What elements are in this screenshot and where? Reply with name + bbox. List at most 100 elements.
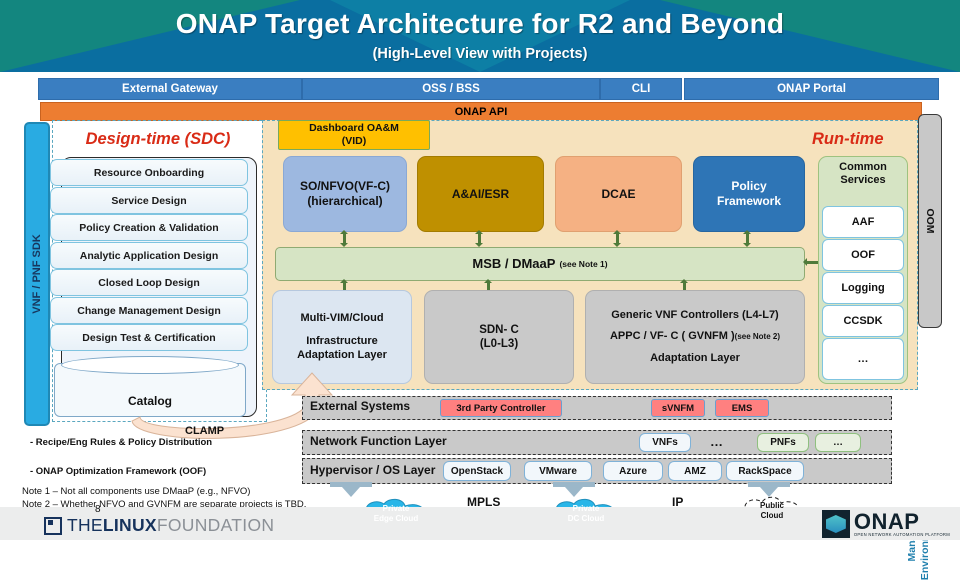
arrow-aai-to-msb [475,230,484,247]
onap-logo: ONAP OPEN NETWORK AUTOMATION PLATFORM [821,510,950,538]
public-cloud-label: Public Cloud [735,501,809,521]
common-service-oof-label: OOF [851,249,875,261]
sdn-c-box[interactable]: SDN- C (L0-L3) [424,290,574,384]
page-number: 8 [95,504,101,515]
oom-label: OOM [924,208,936,234]
arrow-policy-to-msb [743,230,752,247]
third-party-controller-box[interactable]: 3rd Party Controller [440,399,562,417]
hypervisor-openstack-label: OpenStack [450,465,504,477]
onap-api-bar[interactable]: ONAP API [40,102,922,121]
design-item-resource-onboarding[interactable]: Resource Onboarding [50,159,248,186]
policy-line2: Framework [716,194,782,208]
page-subtitle: (High-Level View with Projects) [372,46,588,62]
design-item-design-test-certification[interactable]: Design Test & Certification [50,324,248,351]
linux-foundation-wordmark: THELINUXFOUNDATION [67,515,274,536]
design-item-service-design[interactable]: Service Design [50,187,248,214]
vid-line1: Dashboard OA&M [309,122,399,135]
msb-dmaap-bus[interactable]: MSB / DMaaP (see Note 1) [275,247,805,281]
common-service-ccsdk[interactable]: CCSDK [822,305,904,337]
design-item-resource-onboarding-label: Resource Onboarding [93,166,205,179]
design-item-design-test-certification-label: Design Test & Certification [82,331,216,344]
hypervisor-rackspace-box[interactable]: RackSpace [726,461,804,481]
header-bar-onap-portal-label: ONAP Portal [777,83,846,95]
design-item-closed-loop-design-label: Closed Loop Design [98,276,200,289]
linux-foundation-linux: LINUX [102,515,157,535]
network-function-layer-label: Network Function Layer [310,434,447,448]
header-bar-cli[interactable]: CLI [600,78,682,100]
common-service-more[interactable]: … [822,338,904,380]
svnfm-box[interactable]: sVNFM [651,399,705,417]
so-line2: (hierarchical) [307,194,383,208]
dcae-box[interactable]: DCAE [555,156,682,232]
hypervisor-rackspace-label: RackSpace [738,465,792,477]
onap-tagline: OPEN NETWORK AUTOMATION PLATFORM [853,531,950,537]
slide-canvas: ONAP Target Architecture for R2 and Beyo… [0,0,960,580]
hypervisor-openstack-box[interactable]: OpenStack [443,461,511,481]
vid-line2: (VID) [341,135,367,147]
so-nfvo-vfc-box[interactable]: SO/NFVO(VF-C) (hierarchical) [283,156,407,232]
private-edge-cloud-line2: Edge Cloud [373,514,419,523]
ems-label: EMS [731,402,753,414]
aai-esr-box[interactable]: A&AI/ESR [417,156,544,232]
hypervisor-os-layer-label: Hypervisor / OS Layer [310,463,436,477]
common-service-aaf[interactable]: AAF [822,206,904,238]
sdnc-line2: (L0-L3) [479,338,519,350]
design-item-policy-creation-validation-label: Policy Creation & Validation [79,221,219,234]
clamp-label: CLAMP [185,425,225,437]
page-title: ONAP Target Architecture for R2 and Beyo… [175,8,785,39]
policy-line1: Policy [731,179,767,194]
svnfm-label: sVNFM [661,402,695,414]
design-item-change-management-design[interactable]: Change Management Design [50,297,248,324]
design-item-analytic-application-design-label: Analytic Application Design [79,249,219,262]
pnfs-box[interactable]: PNFs [757,433,809,452]
common-service-more-label: … [857,353,869,365]
private-edge-cloud-label: Private Edge Cloud [355,504,437,524]
linux-foundation-foundation: FOUNDATION [156,515,275,535]
so-line1: SO/NFVO(VF-C) [300,179,390,194]
hypervisor-vmware-label: VMware [539,465,577,477]
linux-foundation-the: THE [67,515,103,535]
arrow-dcae-to-msb [613,230,622,247]
common-services-title: Common Services [819,161,907,187]
arrow-to-private-edge-cloud [330,482,372,498]
pnfs-label: PNFs [770,437,796,448]
header-bar-cli-label: CLI [631,83,651,95]
generic-vnf-controllers-box[interactable]: Generic VNF Controllers (L4-L7) APPC / V… [585,290,805,384]
header-bar-external-gateway[interactable]: External Gateway [38,78,302,100]
arrow-so-to-msb [340,230,349,247]
hypervisor-amz-label: AMZ [684,465,706,477]
note-1: Note 1 – Not all components use DMaaP (e… [22,486,251,497]
oom-rail[interactable]: OOM [918,114,942,328]
network-function-dots-end[interactable]: … [815,433,861,452]
design-item-service-design-label: Service Design [111,194,187,207]
hypervisor-azure-label: Azure [619,465,647,477]
header-bar-external-gateway-label: External Gateway [122,83,218,95]
sdnc-line1: SDN- C [479,323,519,336]
design-item-closed-loop-design[interactable]: Closed Loop Design [50,269,248,296]
msb-label: MSB / DMaaP [472,256,556,272]
private-edge-cloud-line1: Private [382,504,410,513]
header-bar-onap-portal[interactable]: ONAP Portal [684,78,939,100]
title-banner: ONAP Target Architecture for R2 and Beyo… [0,0,960,72]
vnfs-box[interactable]: VNFs [639,433,691,452]
design-time-title: Design-time (SDC) [85,130,231,148]
hypervisor-vmware-box[interactable]: VMware [524,461,592,481]
ems-box[interactable]: EMS [715,399,769,417]
multivim-line1: Multi-VIM/Cloud [300,311,384,324]
onap-wordmark: ONAP OPEN NETWORK AUTOMATION PLATFORM [853,510,950,537]
public-cloud-line2: Cloud [760,511,784,520]
hypervisor-azure-box[interactable]: Azure [603,461,663,481]
header-bar-oss-bss[interactable]: OSS / BSS [302,78,600,100]
common-services-title-line2: Services [840,174,886,187]
policy-framework-box[interactable]: Policy Framework [693,156,805,232]
hypervisor-amz-box[interactable]: AMZ [668,461,722,481]
vnf-pnf-sdk-rail[interactable]: VNF / PNF SDK [24,122,50,426]
common-service-oof[interactable]: OOF [822,239,904,271]
design-item-policy-creation-validation[interactable]: Policy Creation & Validation [50,214,248,241]
common-service-logging[interactable]: Logging [822,272,904,304]
gvnf-line2: APPC / VF- C ( GVNFM ) [609,330,735,343]
common-service-aaf-label: AAF [851,216,875,228]
onap-api-label: ONAP API [454,105,508,118]
design-item-analytic-application-design[interactable]: Analytic Application Design [50,242,248,269]
dashboard-oam-vid-box[interactable]: Dashboard OA&M (VID) [278,120,430,150]
